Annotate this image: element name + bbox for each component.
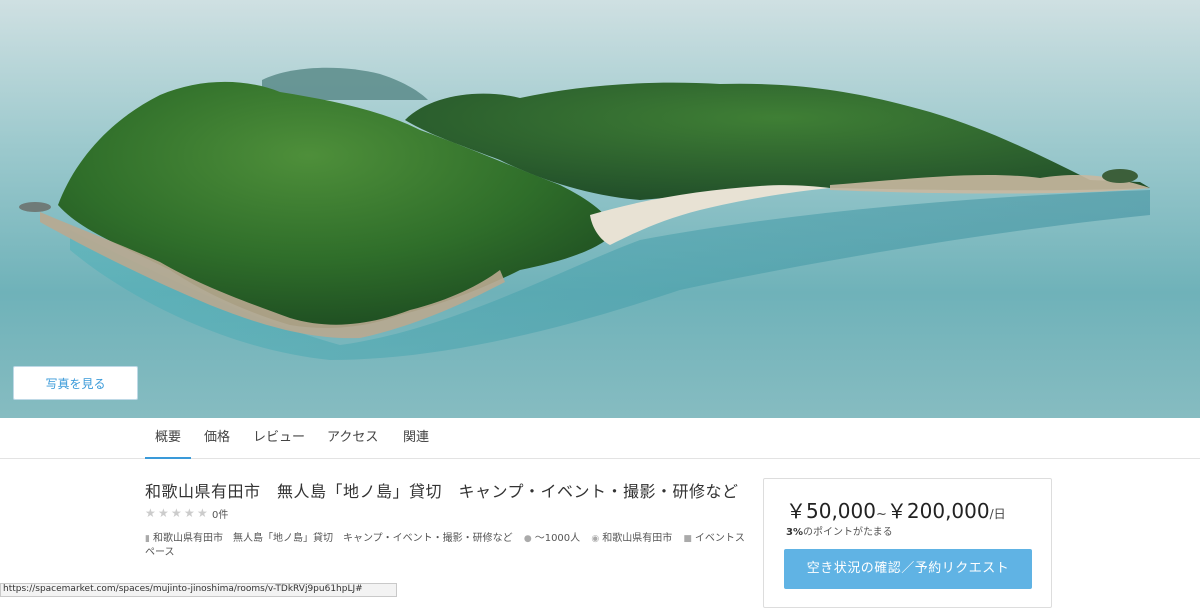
tab-price[interactable]: 価格: [204, 418, 230, 458]
check-availability-button[interactable]: 空き状況の確認／予約リクエスト: [784, 549, 1032, 589]
tab-overview[interactable]: 概要: [144, 418, 192, 459]
points-rate: 3%: [786, 527, 803, 538]
hero-photo: 写真を見る: [0, 0, 1200, 418]
location-pin-icon: ◉: [591, 534, 600, 544]
tab-reviews[interactable]: レビュー: [253, 418, 305, 458]
folder-icon: ■: [683, 534, 692, 544]
tab-access[interactable]: アクセス: [327, 418, 378, 458]
points-text: のポイントがたまる: [802, 527, 893, 538]
price-card: ￥50,000~￥200,000/日 3%のポイントがたまる 空き状況の確認／予…: [763, 478, 1052, 608]
price-min: ￥50,000: [786, 499, 876, 523]
island-landscape-image: [0, 0, 1200, 418]
star-icon: ★: [184, 505, 195, 520]
points-info: 3%のポイントがたまる: [786, 523, 893, 538]
section-tabs: 概要 価格 レビュー アクセス 関連: [0, 418, 1200, 459]
tab-related[interactable]: 関連: [403, 418, 429, 458]
building-icon: ▮: [145, 534, 150, 544]
star-icon: ★: [158, 505, 169, 520]
listing-title: 和歌山県有田市 無人島「地ノ島」貸切 キャンプ・イベント・撮影・研修など: [145, 482, 739, 501]
price-separator: ~: [875, 507, 887, 522]
price-max: ￥200,000: [886, 499, 990, 523]
rating: ★ ★ ★ ★ ★ 0件: [145, 505, 228, 521]
star-icon: ★: [171, 505, 182, 520]
price-unit: /日: [989, 507, 1006, 521]
price-range: ￥50,000~￥200,000/日: [786, 495, 1006, 524]
meta-capacity: ● 〜1000人: [523, 533, 581, 544]
browser-status-url: https://spacemarket.com/spaces/mujinto-j…: [0, 583, 397, 597]
view-photos-button[interactable]: 写真を見る: [13, 366, 138, 400]
star-icon: ★: [197, 505, 208, 520]
review-count[interactable]: 0件: [212, 506, 228, 521]
star-icon: ★: [145, 505, 156, 520]
person-icon: ●: [523, 534, 532, 544]
meta-location: ◉ 和歌山県有田市: [591, 533, 673, 544]
listing-meta: ▮ 和歌山県有田市 無人島「地ノ島」貸切 キャンプ・イベント・撮影・研修など ● 〜…: [145, 532, 745, 559]
meta-name: ▮ 和歌山県有田市 無人島「地ノ島」貸切 キャンプ・イベント・撮影・研修など: [145, 533, 513, 544]
